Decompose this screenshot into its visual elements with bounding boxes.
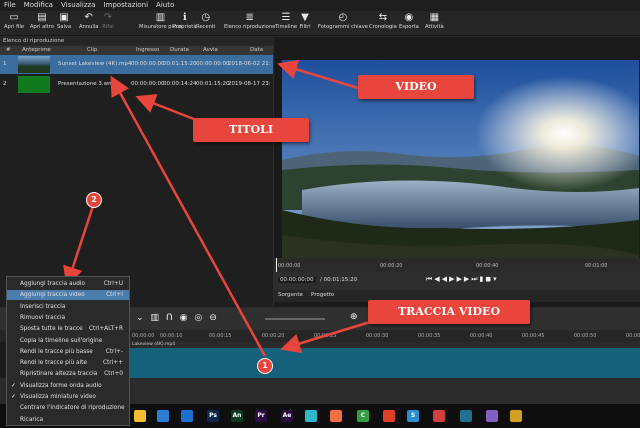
menu-item-shortcut: Ctrl+ALT+R	[89, 326, 123, 333]
menu-item-label: Rendi le tracce più alte	[20, 360, 87, 367]
menu-item[interactable]: Inserisci traccia	[7, 302, 129, 312]
check-icon: ✓	[11, 382, 16, 389]
menu-item[interactable]: Rendi le tracce più alte Ctrl++	[7, 358, 129, 368]
menu-item-shortcut: Ctrl+-	[105, 348, 123, 355]
menu-item[interactable]: Rimuovi traccia	[7, 313, 129, 323]
menu-item-shortcut: Ctrl++	[102, 360, 123, 367]
callout-titoli: TITOLI	[193, 118, 309, 142]
menu-item[interactable]: ✓ Visualizza miniature video	[7, 392, 129, 402]
menu-item-label: Rendi le tracce più basse	[20, 348, 93, 355]
menu-item-label: Centrare l'indicatore di riproduzione	[20, 405, 125, 412]
step-badge-2: 2	[86, 192, 102, 208]
menu-item-label: Sposta tutte le tracce	[20, 326, 83, 333]
menu-item-label: Rimuovi traccia	[20, 314, 66, 321]
menu-item-label: Aggiungi traccia video	[20, 292, 85, 299]
menu-item[interactable]: Sposta tutte le tracce Ctrl+ALT+R	[7, 324, 129, 334]
callout-video: VIDEO	[358, 75, 474, 99]
step-badge-1: 1	[257, 358, 273, 374]
menu-item-shortcut: Ctrl+U	[103, 281, 123, 287]
menu-item-shortcut: Ctrl+I	[106, 292, 123, 299]
menu-item[interactable]: ✓ Visualizza forme onda audio	[7, 381, 129, 391]
menu-item-label: Visualizza forme onda audio	[20, 382, 102, 389]
menu-item[interactable]: Ricarica	[7, 415, 129, 425]
menu-item[interactable]: Aggiungi traccia video Ctrl+I	[7, 290, 129, 301]
menu-item-shortcut: Ctrl+0	[104, 371, 123, 378]
menu-item[interactable]: Rendi le tracce più basse Ctrl+-	[7, 347, 129, 357]
menu-item[interactable]: Centrare l'indicatore di riproduzione	[7, 403, 129, 413]
check-icon: ✓	[11, 394, 16, 400]
menu-item[interactable]: Aggiungi traccia audio Ctrl+U	[7, 279, 129, 289]
menu-item-label: Copia la timeline sull'origine	[20, 337, 103, 344]
menu-item[interactable]: Copia la timeline sull'origine	[7, 336, 129, 346]
menu-item-label: Ripristinare altezza traccia	[20, 371, 98, 378]
callout-traccia-video: TRACCIA VIDEO	[368, 300, 530, 324]
track-context-menu: Aggiungi traccia audio Ctrl+U Aggiungi tra…	[6, 276, 130, 426]
menu-item-label: Aggiungi traccia audio	[20, 281, 86, 287]
menu-item-label: Inserisci traccia	[20, 303, 66, 310]
menu-item-label: Ricarica	[20, 416, 44, 423]
menu-item-label: Visualizza miniature video	[20, 394, 96, 400]
menu-item[interactable]: Ripristinare altezza traccia Ctrl+0	[7, 369, 129, 379]
